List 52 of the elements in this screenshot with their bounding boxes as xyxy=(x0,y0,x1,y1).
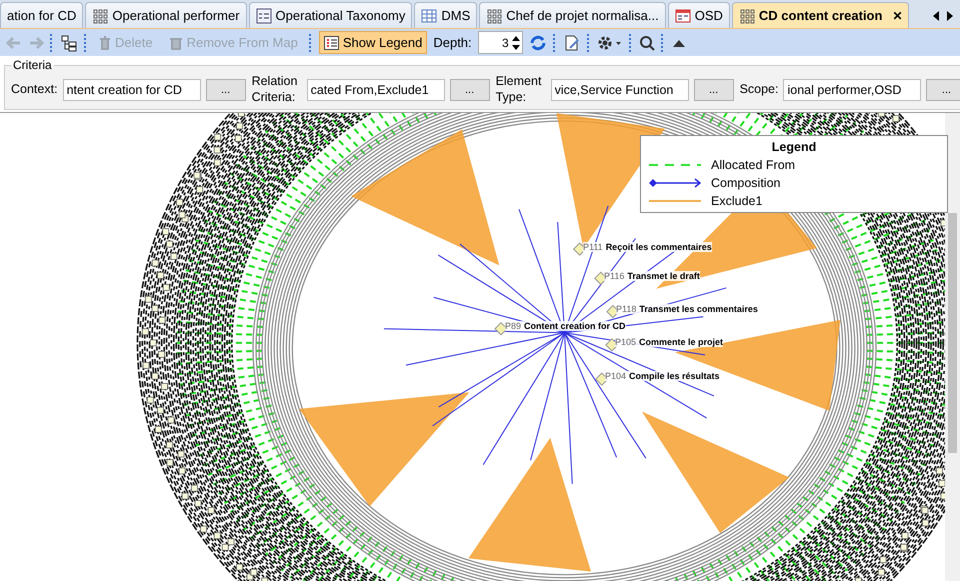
gear-dropdown-icon[interactable] xyxy=(596,34,623,50)
editor-tab[interactable]: OSD xyxy=(668,2,730,28)
field-label: Scope: xyxy=(740,82,778,98)
editor-tab[interactable]: Operational performer xyxy=(85,2,247,28)
criteria-title: Criteria xyxy=(12,59,53,72)
scroll-right-icon[interactable] xyxy=(946,10,954,22)
trash-icon xyxy=(99,36,111,50)
field-label: Element Type: xyxy=(496,74,542,106)
editor-tab[interactable]: ation for CD xyxy=(0,2,84,28)
criteria-field[interactable]: ntent creation for CD xyxy=(62,78,201,101)
node-label[interactable]: P104 Compile les résultats xyxy=(605,371,720,382)
browse-button[interactable]: ... xyxy=(206,78,246,101)
browse-button[interactable]: ... xyxy=(694,78,734,101)
node-label[interactable]: P105 Commente le projet xyxy=(615,337,724,348)
depth-label: Depth: xyxy=(433,35,472,50)
editor-tab[interactable]: Operational Taxonomy xyxy=(248,2,412,28)
scrollbar-thumb[interactable] xyxy=(948,213,957,454)
field-label: Relation Criteria: xyxy=(252,74,298,106)
refresh-icon[interactable] xyxy=(528,34,547,52)
node-label[interactable]: P111 Reçoit les commentaires xyxy=(583,242,712,252)
diagram-icon xyxy=(674,8,691,24)
trash-icon xyxy=(168,36,183,50)
node-label[interactable]: P118 Transmet les commentaires xyxy=(616,304,758,314)
show-legend-button[interactable]: Show Legend xyxy=(318,31,428,54)
grid-icon xyxy=(738,8,755,24)
scroll-left-icon[interactable] xyxy=(932,10,940,22)
close-icon[interactable]: ✕ xyxy=(892,8,902,22)
editor-tab[interactable]: DMS xyxy=(414,2,478,28)
field-label: Context: xyxy=(11,82,58,98)
node-label[interactable]: P89 Content creation for CD xyxy=(505,321,626,332)
list-icon xyxy=(256,8,272,24)
legend-icon xyxy=(324,36,339,50)
criteria-field[interactable]: cated From,Exclude1 xyxy=(306,78,445,101)
legend-title: Legend xyxy=(770,140,818,154)
browse-button[interactable]: ... xyxy=(450,78,490,101)
vertical-scrollbar[interactable] xyxy=(945,113,960,581)
criteria-field[interactable]: ional performer,OSD xyxy=(783,78,922,101)
grid-icon xyxy=(92,8,108,24)
browse-button[interactable]: ... xyxy=(926,78,960,101)
node-label[interactable]: P116 Transmet le draft xyxy=(604,271,700,282)
editor-tab[interactable]: CD content creation ✕ xyxy=(732,2,910,28)
editor-tab[interactable]: Chef de projet normalisa... xyxy=(479,2,666,28)
depth-spinner[interactable]: 3 xyxy=(478,31,523,54)
tree-icon[interactable] xyxy=(60,34,78,52)
legend-label: Exclude1 xyxy=(711,194,762,208)
edit-document-icon[interactable] xyxy=(562,34,581,52)
search-icon[interactable] xyxy=(638,34,655,50)
legend-label: Allocated From xyxy=(711,158,796,172)
table-icon xyxy=(421,8,438,24)
legend-label: Composition xyxy=(711,176,780,190)
grid-icon xyxy=(486,8,502,24)
criteria-field[interactable]: vice,Service Function xyxy=(550,78,689,101)
